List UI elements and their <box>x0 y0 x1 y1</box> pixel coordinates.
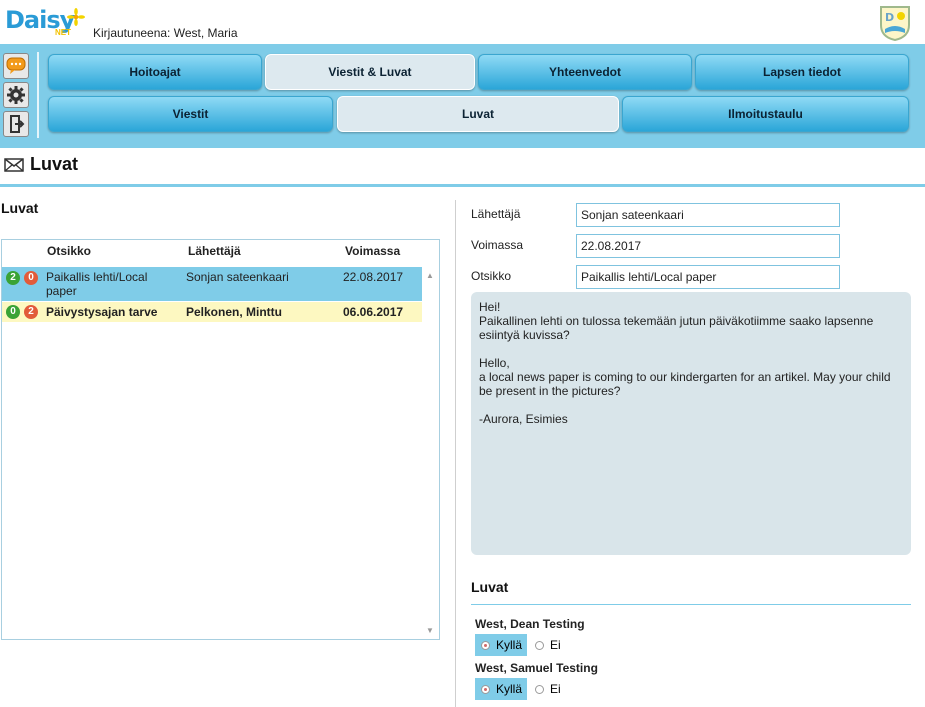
message-line: a local news paper is coming to our kind… <box>479 370 891 384</box>
chat-icon <box>6 57 26 74</box>
no-label: Ei <box>550 682 561 696</box>
declined-count-badge: 0 <box>24 271 38 285</box>
daycare-crest-icon: D <box>880 6 910 41</box>
valid-label: Voimassa <box>471 238 524 252</box>
tab-lapsen-tiedot[interactable]: Lapsen tiedot <box>695 54 909 90</box>
tab-yhteenvedot[interactable]: Yhteenvedot <box>478 54 692 90</box>
sender-field[interactable]: Sonjan sateenkaari <box>576 203 840 227</box>
message-line: -Aurora, Esimies <box>479 412 568 426</box>
row-valid-date: 22.08.2017 <box>343 270 404 284</box>
row-sender: Sonjan sateenkaari <box>186 270 289 284</box>
message-body: Hei! Paikallinen lehti on tulossa tekemä… <box>471 292 911 555</box>
logout-icon <box>10 115 25 133</box>
declined-count-badge: 2 <box>24 305 38 319</box>
panel-divider <box>455 200 456 707</box>
logged-in-user: Kirjautuneena: West, Maria <box>93 26 238 40</box>
yes-label: Kyllä <box>496 682 523 696</box>
settings-button[interactable] <box>3 82 29 108</box>
column-header-voimassa[interactable]: Voimassa <box>345 244 400 258</box>
scroll-down-arrow[interactable]: ▼ <box>426 626 434 635</box>
message-line <box>479 398 903 412</box>
message-line: be present in the pictures? <box>479 384 621 398</box>
subject-field[interactable]: Paikallis lehti/Local paper <box>576 265 840 289</box>
list-item[interactable]: 0 2 Päivystysajan tarve Pelkonen, Minttu… <box>2 302 422 322</box>
approved-count-badge: 0 <box>6 305 20 319</box>
child-name: West, Dean Testing <box>475 617 585 631</box>
no-option[interactable]: Ei <box>535 634 561 656</box>
row-title-line2: paper <box>46 284 77 298</box>
list-section-title: Luvat <box>1 200 39 216</box>
sender-label: Lähettäjä <box>471 207 521 221</box>
row-valid-date: 06.06.2017 <box>343 305 404 319</box>
yes-radio[interactable] <box>481 684 490 694</box>
yes-radio[interactable] <box>481 640 490 650</box>
row-title: Päivystysajan tarve <box>46 305 158 319</box>
approved-count-badge: 2 <box>6 271 20 285</box>
message-line <box>479 342 903 356</box>
daisy-logo[interactable]: Daisy NET <box>5 6 85 40</box>
message-line: esiintyä kuvissa? <box>479 328 570 342</box>
no-option[interactable]: Ei <box>535 678 561 700</box>
subtab-ilmoitustaulu[interactable]: Ilmoitustaulu <box>622 96 909 132</box>
message-line: Hello, <box>479 356 510 370</box>
no-radio[interactable] <box>535 640 544 650</box>
subtab-viestit[interactable]: Viestit <box>48 96 333 132</box>
logo-subtext: NET <box>55 28 71 37</box>
svg-text:D: D <box>885 11 894 24</box>
row-sender: Pelkonen, Minttu <box>186 305 282 319</box>
message-line: Hei! <box>479 300 501 314</box>
gear-icon <box>7 86 25 104</box>
page-title: Luvat <box>30 154 79 174</box>
valid-field[interactable]: 22.08.2017 <box>576 234 840 258</box>
envelope-icon <box>4 158 24 172</box>
logout-button[interactable] <box>3 111 29 137</box>
row-title-line1: Paikallis lehti/Local <box>46 270 148 284</box>
column-header-lahettaja[interactable]: Lähettäjä <box>188 244 241 258</box>
title-divider <box>0 184 925 187</box>
tab-hoitoajat[interactable]: Hoitoajat <box>48 54 262 90</box>
column-header-otsikko[interactable]: Otsikko <box>47 244 91 258</box>
yes-option[interactable]: Kyllä <box>475 634 527 656</box>
flower-icon <box>67 8 85 26</box>
tab-viestit-luvat[interactable]: Viestit & Luvat <box>265 54 475 90</box>
yes-option[interactable]: Kyllä <box>475 678 527 700</box>
yes-label: Kyllä <box>496 638 523 652</box>
no-radio[interactable] <box>535 684 544 694</box>
child-name: West, Samuel Testing <box>475 661 598 675</box>
subtab-luvat[interactable]: Luvat <box>337 96 619 132</box>
messages-button[interactable] <box>3 53 29 79</box>
scroll-up-arrow[interactable]: ▲ <box>426 271 434 280</box>
list-item[interactable]: 2 0 Paikallis lehti/Local paper Sonjan s… <box>2 267 422 301</box>
no-label: Ei <box>550 638 561 652</box>
permissions-section-title: Luvat <box>471 579 509 595</box>
permissions-divider <box>471 604 911 605</box>
row-title: Paikallis lehti/Local paper <box>46 270 184 298</box>
side-separator <box>37 52 39 138</box>
top-header: Daisy NET Kirjautuneena: West, Maria D <box>0 0 925 44</box>
message-line: Paikallinen lehti on tulossa tekemään ju… <box>479 314 874 328</box>
subject-label: Otsikko <box>471 269 512 283</box>
